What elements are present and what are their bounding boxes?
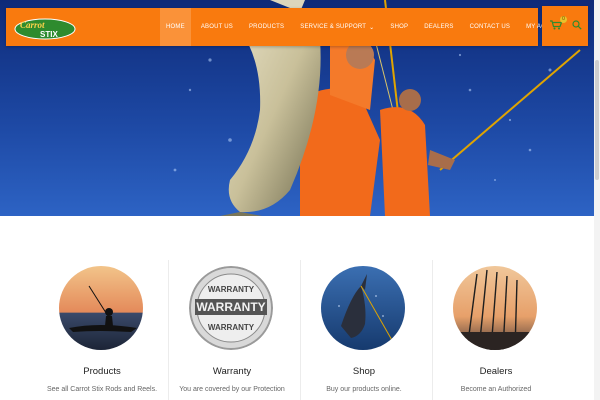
feature-title: Dealers <box>479 366 513 377</box>
warranty-badge-bottom: WARRANTY <box>208 323 255 332</box>
feature-warranty[interactable]: WARRANTY WARRANTY WARRANTY Warranty You … <box>167 216 297 400</box>
feature-description: Become an Authorized <box>460 386 532 393</box>
chevron-down-icon: ⌄ <box>369 24 375 31</box>
warranty-badge[interactable]: WARRANTY WARRANTY WARRANTY <box>189 266 273 350</box>
feature-title: Products <box>83 366 121 377</box>
logo-text-bottom: STIX <box>40 30 58 39</box>
logo-text-top: Carrot <box>20 20 45 30</box>
dealers-image[interactable] <box>453 266 537 350</box>
feature-description: Buy our products online. <box>326 386 402 393</box>
feature-description: You are covered by our Protection <box>179 386 285 393</box>
nav-service-support[interactable]: SERVICE & SUPPORT ⌄ <box>300 24 374 31</box>
utility-box: 0 <box>542 6 588 46</box>
nav-dealers[interactable]: DEALERS <box>424 24 453 30</box>
carrot-stix-logo[interactable]: Carrot STIX <box>14 18 76 40</box>
nav-products[interactable]: PRODUCTS <box>249 24 284 30</box>
feature-shop[interactable]: Shop Buy our products online. <box>299 216 429 400</box>
warranty-badge-main: WARRANTY <box>196 300 265 314</box>
feature-description: See all Carrot Stix Rods and Reels. <box>46 386 158 393</box>
shop-image[interactable] <box>321 266 405 350</box>
feature-products[interactable]: Products See all Carrot Stix Rods and Re… <box>37 216 167 400</box>
products-image[interactable] <box>59 266 143 350</box>
feature-title: Shop <box>352 366 376 377</box>
nav-service-support-label: SERVICE & SUPPORT <box>300 24 367 30</box>
primary-nav: HOME ABOUT US PRODUCTS SERVICE & SUPPORT… <box>160 8 592 46</box>
nav-dealers-label: DEALERS <box>424 24 454 30</box>
feature-dealers[interactable]: Dealers Become an Authorized <box>431 216 561 400</box>
features-section: Products See all Carrot Stix Rods and Re… <box>0 216 600 400</box>
nav-home-label: HOME <box>166 24 185 30</box>
scrollbar-thumb[interactable] <box>595 60 599 180</box>
nav-about-us-label: ABOUT US <box>200 24 233 30</box>
warranty-badge-top: WARRANTY <box>208 285 255 294</box>
nav-about-us[interactable]: ABOUT US <box>201 24 233 30</box>
nav-shop-label: SHOP <box>390 24 409 30</box>
nav-contact-us-label: CONTACT US <box>469 24 511 30</box>
cart-count-badge: 0 <box>560 16 567 23</box>
nav-contact-us[interactable]: CONTACT US <box>470 24 510 30</box>
nav-shop[interactable]: SHOP <box>390 24 408 30</box>
feature-title: Warranty <box>212 366 252 377</box>
nav-home[interactable]: HOME <box>160 8 191 46</box>
main-navbar: Carrot STIX HOME ABOUT US PRODUCTS SERVI… <box>6 8 576 46</box>
nav-products-label: PRODUCTS <box>248 24 285 30</box>
search-icon[interactable] <box>572 20 582 30</box>
